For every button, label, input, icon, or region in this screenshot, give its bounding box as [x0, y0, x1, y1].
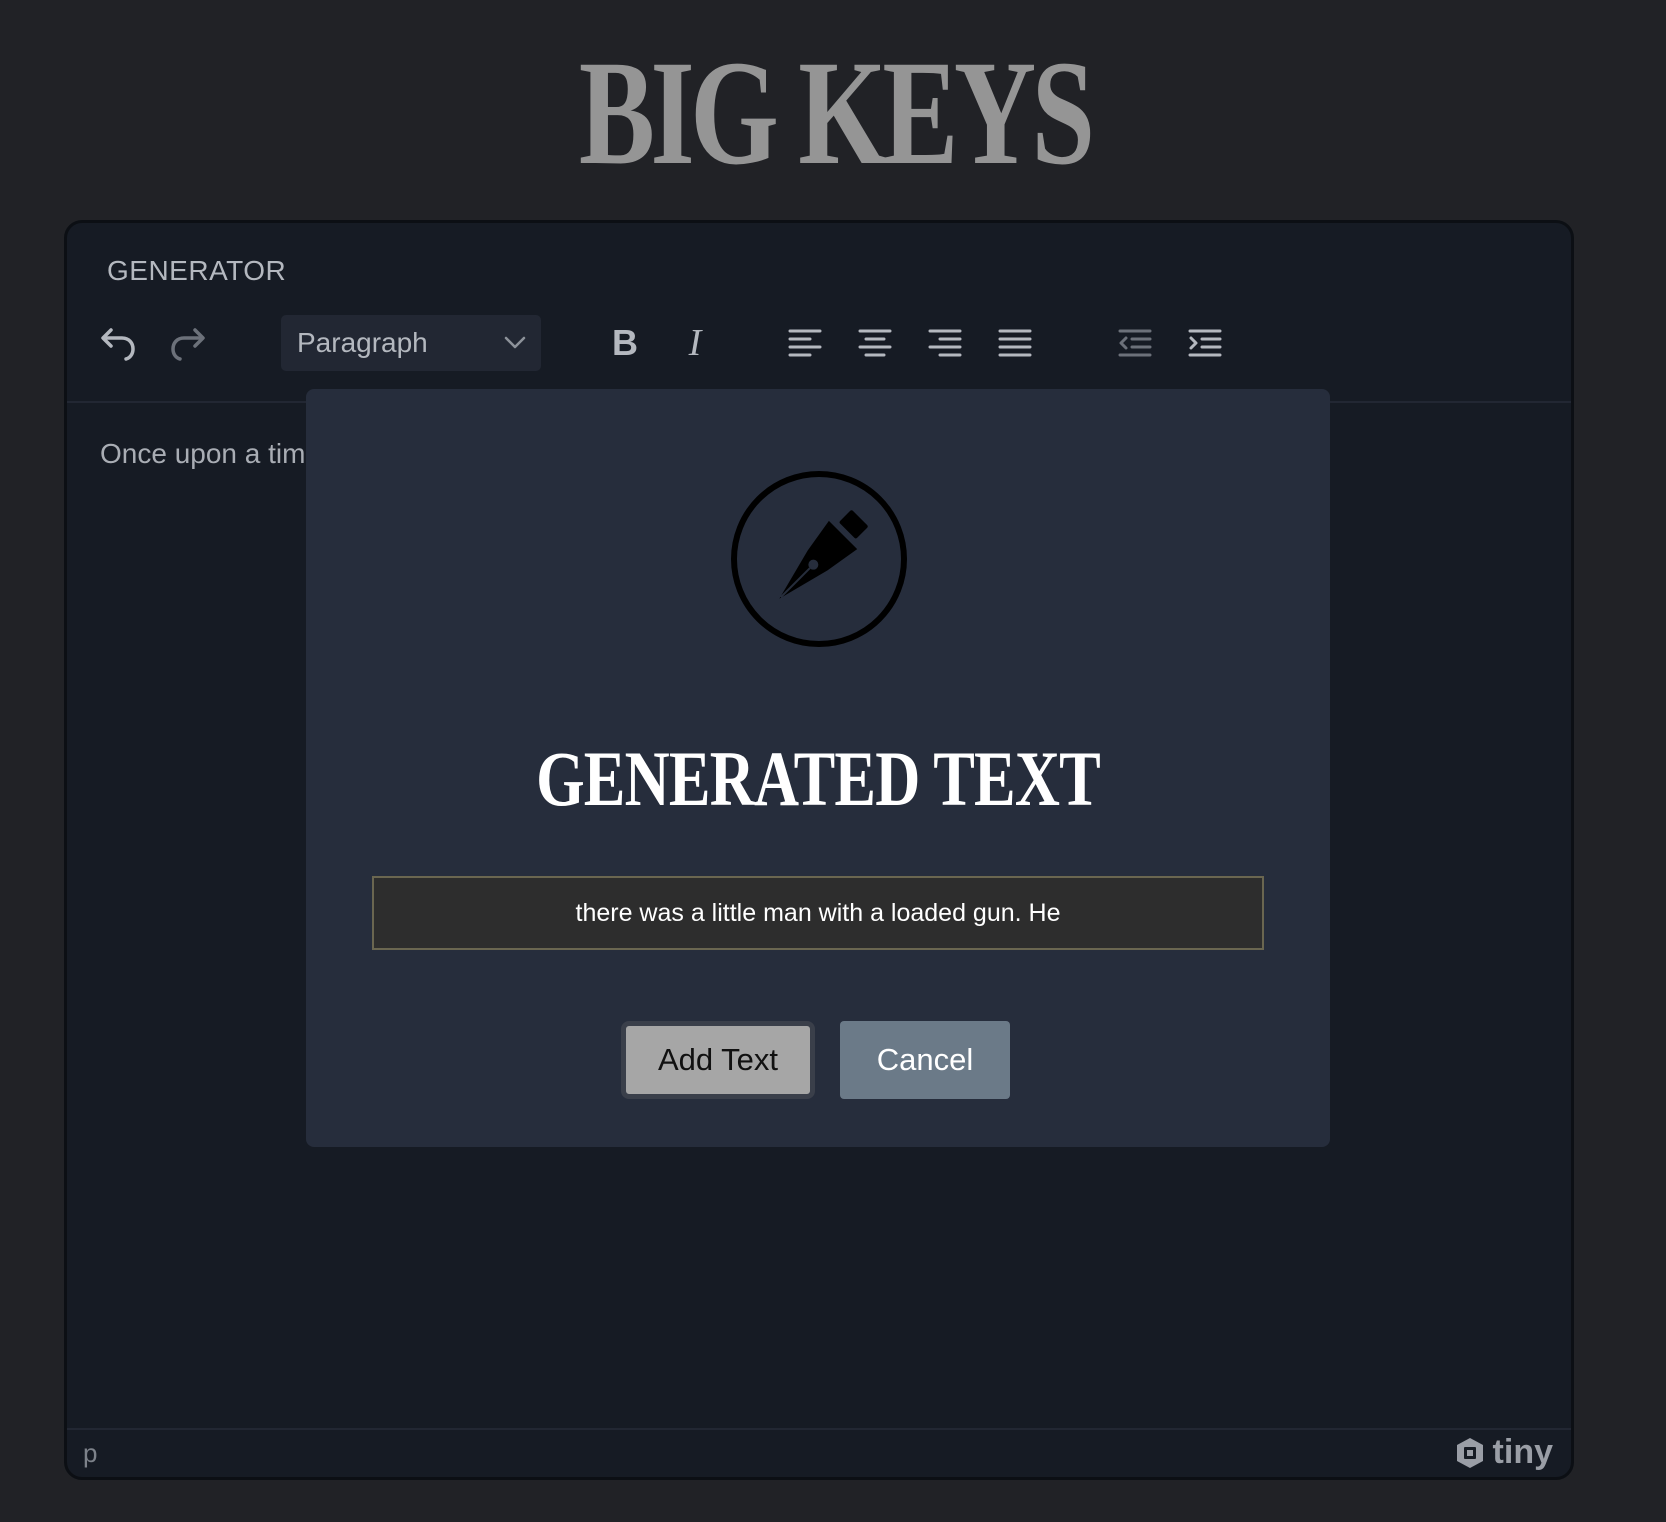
svg-text:I: I — [688, 323, 704, 363]
bold-button[interactable]: B — [597, 315, 653, 371]
fountain-pen-icon — [731, 471, 907, 647]
generated-text-dialog: GENERATED TEXT there was a little man wi… — [306, 389, 1330, 1147]
align-justify-icon — [998, 329, 1032, 357]
align-justify-button[interactable] — [987, 315, 1043, 371]
statusbar-divider — [67, 1428, 1571, 1430]
undo-icon — [101, 328, 135, 361]
brand-label: tiny — [1492, 1433, 1553, 1471]
indent-button[interactable] — [1177, 315, 1233, 371]
redo-icon — [171, 328, 205, 361]
editor-toolbar: Paragraph B I — [67, 315, 1571, 397]
dialog-title: GENERATED TEXT — [536, 735, 1101, 822]
chevron-down-icon — [504, 336, 526, 349]
generated-text-field[interactable]: there was a little man with a loaded gun… — [372, 876, 1264, 950]
add-text-button[interactable]: Add Text — [621, 1021, 815, 1099]
italic-icon: I — [688, 323, 704, 363]
editor-content[interactable]: Once upon a time — [100, 438, 321, 470]
redo-button[interactable] — [160, 315, 216, 371]
align-center-button[interactable] — [847, 315, 903, 371]
app-title: BIG KEYS — [578, 30, 1095, 196]
tiny-logo-icon — [1456, 1437, 1483, 1468]
align-right-icon — [928, 329, 962, 357]
undo-button[interactable] — [90, 315, 146, 371]
menubar-generator[interactable]: GENERATOR — [107, 255, 286, 287]
align-right-button[interactable] — [917, 315, 973, 371]
block-format-select[interactable]: Paragraph — [281, 315, 541, 371]
block-format-value: Paragraph — [297, 327, 428, 358]
align-left-icon — [788, 329, 822, 357]
align-left-button[interactable] — [777, 315, 833, 371]
italic-button[interactable]: I — [667, 315, 723, 371]
svg-text:B: B — [612, 323, 638, 363]
element-path[interactable]: p — [83, 1438, 97, 1469]
align-center-icon — [858, 329, 892, 357]
outdent-icon — [1118, 329, 1152, 357]
cancel-button[interactable]: Cancel — [840, 1021, 1010, 1099]
tiny-brand[interactable]: tiny — [1453, 1433, 1553, 1472]
outdent-button[interactable] — [1107, 315, 1163, 371]
bold-icon: B — [612, 323, 638, 363]
indent-icon — [1188, 329, 1222, 357]
